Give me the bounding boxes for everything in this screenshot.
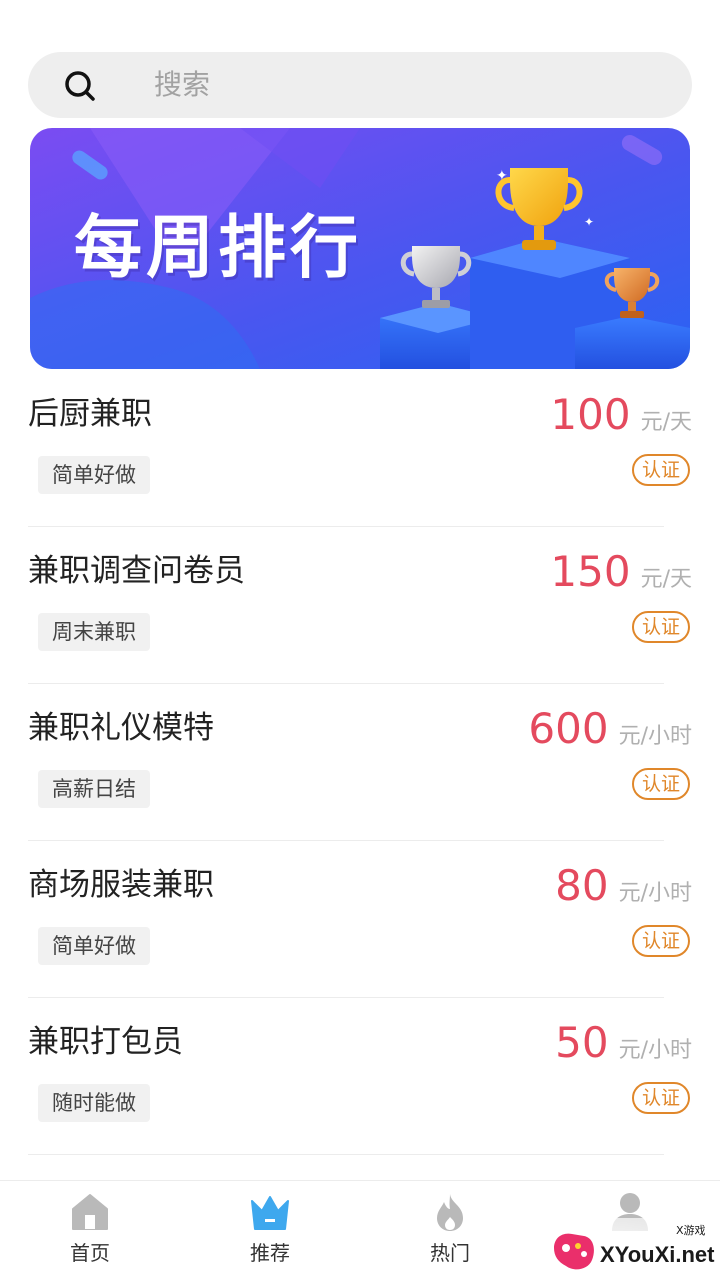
job-price: 50 元/小时: [555, 1018, 692, 1068]
job-tag: 周末兼职: [38, 613, 150, 651]
job-price-unit: 元/天: [640, 410, 692, 435]
tab-label-hot: 热门: [430, 1241, 470, 1265]
job-list-item[interactable]: 兼职调查问卷员周末兼职 150 元/天认证: [0, 527, 720, 684]
search-input[interactable]: 搜索: [154, 69, 210, 101]
tab-label-home: 首页: [70, 1241, 110, 1265]
job-price-amount: 50: [555, 1018, 609, 1067]
watermark-subtext: X游戏: [676, 1224, 706, 1237]
job-price: 600 元/小时: [528, 704, 692, 754]
verified-badge: 认证: [632, 1082, 690, 1114]
flame-icon: [437, 1194, 463, 1231]
job-title: 兼职礼仪模特: [28, 710, 214, 746]
job-price: 150 元/天: [550, 547, 692, 597]
job-price: 80 元/小时: [555, 861, 692, 911]
verified-badge: 认证: [632, 611, 690, 643]
job-price-amount: 600: [528, 704, 609, 753]
job-price: 100 元/天: [550, 390, 692, 440]
job-tag: 随时能做: [38, 1084, 150, 1122]
search-icon: [65, 71, 95, 101]
search-bar[interactable]: 搜索: [28, 52, 692, 118]
banner-title: 每周排行: [74, 208, 363, 288]
site-watermark: X游戏 XYouXi.net: [548, 1218, 720, 1280]
job-tag: 高薪日结: [38, 770, 150, 808]
tab-home[interactable]: 首页: [0, 1181, 180, 1280]
divider: [28, 1154, 664, 1155]
tab-label-recommend: 推荐: [250, 1241, 290, 1265]
job-price-unit: 元/小时: [618, 881, 692, 906]
svg-text:✦: ✦: [584, 215, 594, 229]
job-price-unit: 元/天: [640, 567, 692, 592]
job-title: 兼职调查问卷员: [28, 553, 245, 589]
job-tag: 简单好做: [38, 927, 150, 965]
job-price-unit: 元/小时: [618, 724, 692, 749]
job-price-amount: 80: [555, 861, 609, 910]
verified-badge: 认证: [632, 454, 690, 486]
tab-recommend[interactable]: 推荐: [180, 1181, 360, 1280]
verified-badge: 认证: [632, 925, 690, 957]
job-title: 商场服装兼职: [28, 867, 214, 903]
job-title: 兼职打包员: [28, 1024, 183, 1060]
job-price-amount: 150: [550, 547, 631, 596]
job-list-item[interactable]: 兼职礼仪模特高薪日结 600 元/小时认证: [0, 684, 720, 841]
job-price-unit: 元/小时: [618, 1038, 692, 1063]
job-list-item[interactable]: 后厨兼职简单好做 100 元/天认证: [0, 370, 720, 527]
job-list: 后厨兼职 简单好做 100 元/天 认证 兼职调查问卷员 周末兼职 150 元/天 认证 兼职礼仪模…: [0, 370, 720, 1155]
job-tag: 简单好做: [38, 456, 150, 494]
tab-hot[interactable]: 热门: [360, 1181, 540, 1280]
job-list-item[interactable]: 商场服装兼职简单好做 80 元/小时认证: [0, 841, 720, 998]
job-list-item[interactable]: 兼职打包员随时能做 50 元/小时认证: [0, 998, 720, 1155]
verified-badge: 认证: [632, 768, 690, 800]
watermark-text: XYouXi.net: [600, 1242, 715, 1267]
svg-text:✦: ✦: [496, 168, 508, 184]
home-icon: [72, 1194, 108, 1230]
job-price-amount: 100: [550, 390, 631, 439]
job-title: 后厨兼职: [28, 396, 152, 432]
weekly-ranking-banner[interactable]: ✦ ✦ 每周排行: [30, 128, 690, 369]
crown-icon: [251, 1196, 289, 1230]
